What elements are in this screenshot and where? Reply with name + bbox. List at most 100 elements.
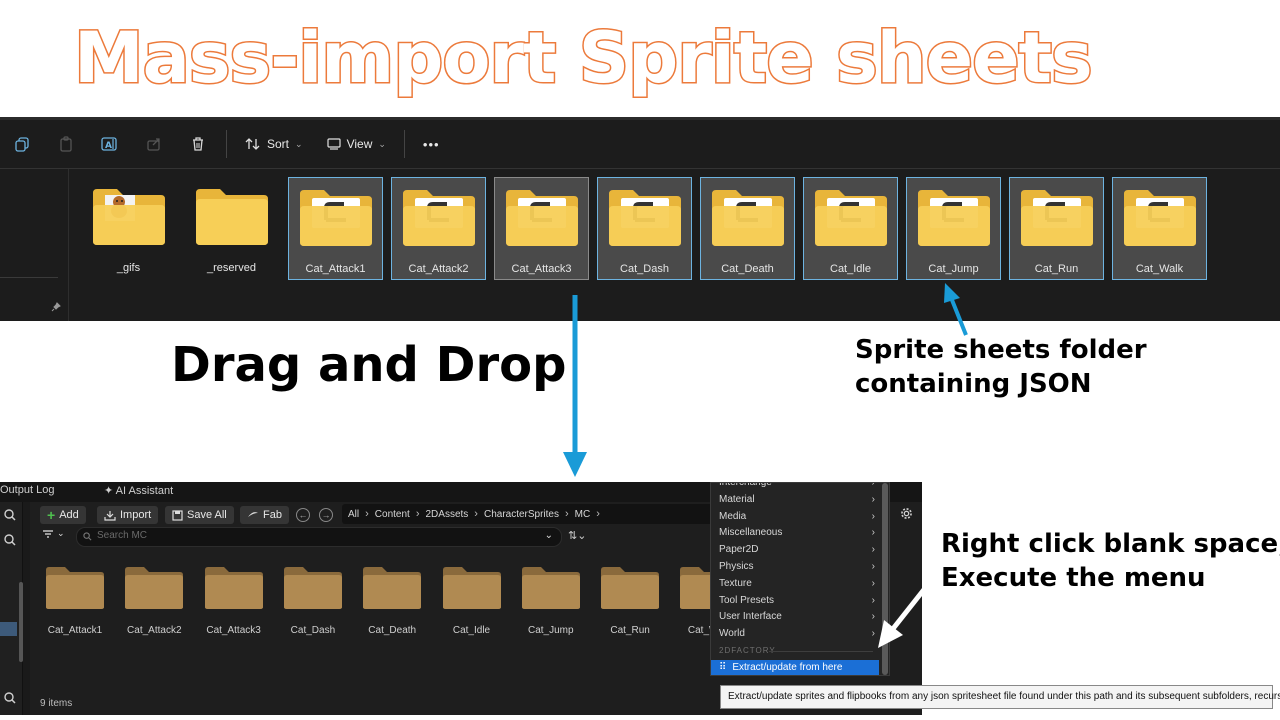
breadcrumb-item[interactable]: Content — [369, 509, 416, 520]
folder-icon — [504, 178, 580, 253]
breadcrumb-item[interactable]: MC — [569, 509, 597, 520]
menu-item[interactable]: Tool Presets › — [711, 592, 881, 609]
item-count: 9 items — [40, 698, 73, 709]
caption-line: containing JSON — [855, 369, 1092, 399]
asset-folder-label: Cat_Jump — [528, 625, 574, 636]
menu-item[interactable]: Texture › — [711, 575, 881, 592]
paste-icon[interactable] — [44, 120, 88, 168]
folder-item[interactable]: _gifs — [81, 177, 176, 280]
folder-item[interactable]: Cat_Attack2 — [391, 177, 486, 280]
folder-icon — [401, 178, 477, 253]
caption-line: Right click blank space, — [941, 529, 1280, 559]
folder-item[interactable]: Cat_Dash — [597, 177, 692, 280]
menu-item[interactable]: Interchange › — [711, 483, 881, 491]
grid-icon: ⠿ — [719, 662, 727, 673]
rename-icon[interactable]: A — [88, 120, 132, 168]
navigation-pane — [0, 169, 69, 321]
asset-folder[interactable]: Cat_Attack3 — [194, 564, 274, 636]
asset-folder[interactable]: Cat_Jump — [511, 564, 591, 636]
copy-icon[interactable] — [0, 120, 44, 168]
tab-ai-assistant[interactable]: ✦ AI Assistant — [104, 484, 173, 497]
asset-folder[interactable]: Cat_Idle — [432, 564, 512, 636]
tab-output-log[interactable]: Output Log — [0, 484, 54, 496]
chevron-down-icon[interactable]: ⌄ — [545, 530, 553, 541]
pin-icon[interactable] — [51, 299, 61, 317]
menu-item[interactable]: Miscellaneous › — [711, 524, 881, 541]
search-icon[interactable] — [3, 533, 17, 552]
drag-drop-caption: Drag and Drop — [171, 337, 567, 393]
back-button[interactable]: ← — [296, 508, 310, 522]
asset-folder[interactable]: Cat_Dash — [273, 564, 353, 636]
forward-button[interactable]: → — [319, 508, 333, 522]
chevron-down-icon: ⌄ — [378, 138, 386, 149]
menu-item-label: User Interface — [719, 611, 782, 623]
search-icon[interactable] — [3, 508, 17, 527]
asset-folder[interactable]: Cat_Run — [590, 564, 670, 636]
asset-folder-label: Cat_Attack1 — [47, 625, 103, 636]
more-options-button[interactable]: ••• — [411, 120, 452, 168]
asset-folder[interactable]: Cat_Death — [352, 564, 432, 636]
menu-item[interactable]: Paper2D › — [711, 541, 881, 558]
breadcrumb-item[interactable]: CharacterSprites — [478, 509, 565, 520]
folder-item[interactable]: Cat_Attack3 — [494, 177, 589, 280]
menu-item[interactable]: User Interface › — [711, 608, 881, 625]
folder-item[interactable]: Cat_Jump — [906, 177, 1001, 280]
save-all-button[interactable]: Save All — [165, 506, 234, 524]
add-button[interactable]: + Add — [40, 506, 86, 524]
menu-item[interactable]: Physics › — [711, 558, 881, 575]
sort-order-button[interactable]: ⇅⌄ — [568, 529, 586, 542]
search-input[interactable]: Search MC ⌄ — [76, 527, 562, 547]
import-label: Import — [120, 509, 152, 521]
asset-folder[interactable]: Cat_Attack1 — [35, 564, 115, 636]
folder-icon — [1122, 178, 1198, 253]
menu-item[interactable]: Material › — [711, 491, 881, 508]
drag-arrow — [563, 295, 587, 477]
menu-item-label: Texture — [719, 577, 752, 589]
folder-icon — [511, 564, 591, 615]
folder-item[interactable]: Cat_Run — [1009, 177, 1104, 280]
sort-button[interactable]: Sort ⌄ — [233, 120, 315, 168]
sort-icon — [245, 138, 260, 150]
folder-icon — [916, 178, 992, 253]
breadcrumb-item[interactable]: All — [342, 509, 365, 520]
folder-label: Cat_Idle — [830, 263, 871, 275]
share-icon[interactable] — [132, 120, 176, 168]
selected-source-item[interactable] — [0, 622, 17, 636]
folder-item[interactable]: Cat_Walk — [1112, 177, 1207, 280]
folder-label: Cat_Run — [1034, 263, 1079, 275]
delete-icon[interactable] — [176, 120, 220, 168]
breadcrumb-item[interactable]: 2DAssets — [420, 509, 475, 520]
fab-button[interactable]: Fab — [240, 506, 289, 524]
settings-gear-icon[interactable] — [900, 507, 913, 525]
folder-icon — [1019, 178, 1095, 253]
asset-folder[interactable]: Cat_Attack2 — [114, 564, 194, 636]
import-button[interactable]: Import — [97, 506, 159, 524]
folder-label: Cat_Walk — [1135, 263, 1184, 275]
scrollbar[interactable] — [19, 582, 23, 662]
menu-tooltip: Extract/update sprites and flipbooks fro… — [720, 685, 1280, 709]
folder-item[interactable]: Cat_Death — [700, 177, 795, 280]
asset-folder-label: Cat_Dash — [290, 625, 336, 636]
scrollbar[interactable] — [882, 483, 888, 675]
folder-icon — [114, 564, 194, 615]
extract-update-menu-item[interactable]: ⠿ Extract/update from here — [711, 660, 879, 675]
folder-icon — [298, 178, 374, 253]
nav-divider — [0, 277, 58, 278]
folder-icon — [710, 178, 786, 253]
filter-button[interactable]: ⌄ — [42, 528, 65, 539]
menu-item[interactable]: Media › — [711, 508, 881, 525]
menu-item[interactable]: World › — [711, 625, 881, 642]
menu-item-label: Physics — [719, 561, 754, 572]
folder-item[interactable]: Cat_Idle — [803, 177, 898, 280]
folder-item[interactable]: _reserved — [184, 177, 279, 280]
filter-icon — [43, 529, 53, 538]
search-icon[interactable] — [3, 691, 17, 710]
view-button[interactable]: View ⌄ — [315, 120, 398, 168]
asset-folder-label: Cat_Run — [610, 625, 650, 636]
folder-icon — [813, 178, 889, 253]
folder-item[interactable]: Cat_Attack1 — [288, 177, 383, 280]
chevron-right-icon[interactable]: › — [596, 508, 600, 520]
asset-folder-label: Cat_Idle — [452, 625, 491, 636]
import-icon — [104, 510, 116, 521]
folder-icon — [607, 178, 683, 253]
